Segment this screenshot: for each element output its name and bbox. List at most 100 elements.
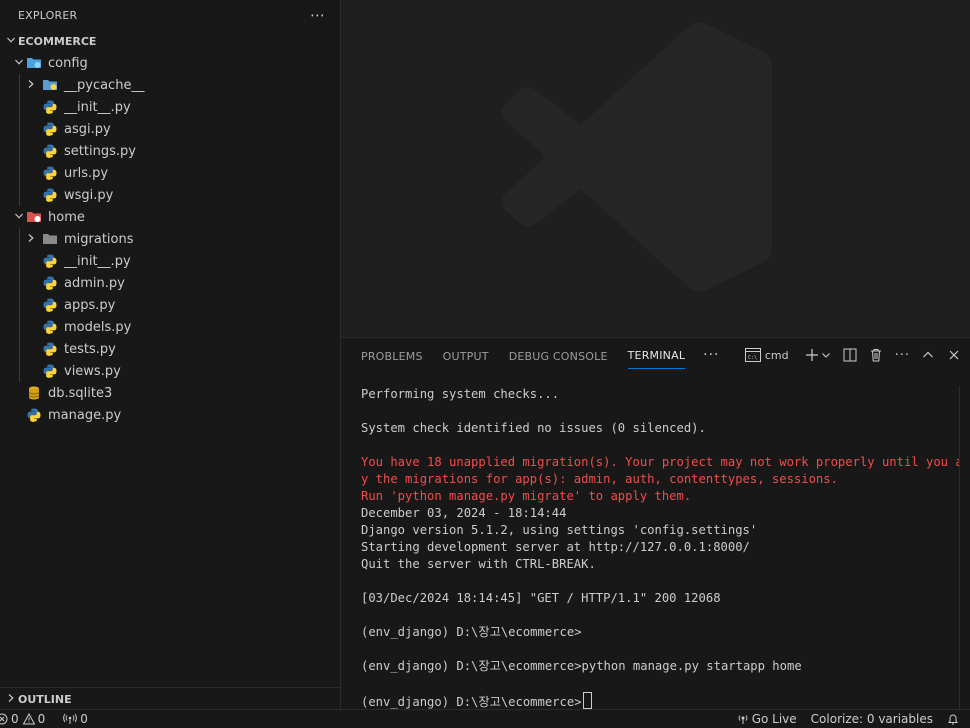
terminal-line: [03/Dec/2024 18:14:45] "GET / HTTP/1.1" …	[361, 590, 959, 607]
file-tree-item[interactable]: db.sqlite3	[0, 382, 340, 404]
file-tree-item[interactable]: apps.py	[0, 294, 340, 316]
python-icon	[42, 253, 58, 269]
file-tree-item[interactable]: __init__.py	[0, 250, 340, 272]
terminal-line: December 03, 2024 - 18:14:44	[361, 505, 959, 522]
file-tree-item[interactable]: asgi.py	[0, 118, 340, 140]
terminal-line-text: December 03, 2024 - 18:14:44	[361, 506, 567, 520]
terminal-line-text: [03/Dec/2024 18:14:45] "GET / HTTP/1.1" …	[361, 591, 721, 605]
terminal-line-text: (env_django) D:\장고\ecommerce>	[361, 695, 582, 709]
terminal-scrollbar[interactable]	[959, 386, 970, 710]
file-tree-item[interactable]: models.py	[0, 316, 340, 338]
terminal-line-text: Performing system checks...	[361, 387, 560, 401]
terminal-error-line: You have 18 unapplied migration(s). Your…	[361, 454, 959, 471]
bottom-panel: PROBLEMS OUTPUT DEBUG CONSOLE TERMINAL ·…	[341, 337, 970, 710]
terminal-line-text: Django version 5.1.2, using settings 'co…	[361, 523, 758, 537]
terminal-dropdown-button[interactable]	[821, 346, 831, 364]
folder-tree-item[interactable]: home	[0, 206, 340, 228]
python-icon	[42, 341, 58, 357]
python-icon	[42, 99, 58, 115]
chevron-right-icon	[4, 693, 18, 706]
folder-tree-item[interactable]: config	[0, 52, 340, 74]
file-tree-item[interactable]: wsgi.py	[0, 184, 340, 206]
maximize-panel-button[interactable]	[922, 346, 934, 364]
python-icon	[42, 187, 58, 203]
radio-tower-icon	[738, 715, 748, 724]
status-bar: 0 0 0 Go Live Colorize: 0 variables	[0, 709, 970, 728]
tab-terminal[interactable]: TERMINAL	[627, 341, 686, 369]
terminal-line: (env_django) D:\장고\ecommerce>	[361, 692, 959, 709]
terminal-line: System check identified no issues (0 sil…	[361, 420, 959, 437]
python-icon	[42, 275, 58, 291]
python-icon	[42, 121, 58, 137]
split-icon	[843, 348, 857, 362]
terminal-output[interactable]: Performing system checks... System check …	[361, 386, 959, 710]
new-terminal-button[interactable]	[805, 346, 819, 364]
chevron-right-icon	[20, 233, 42, 246]
tree-item-label: __pycache__	[64, 77, 145, 93]
file-tree-item[interactable]: tests.py	[0, 338, 340, 360]
chevron-up-icon	[923, 351, 933, 358]
tab-problems[interactable]: PROBLEMS	[361, 342, 423, 369]
more-tabs-icon[interactable]: ···	[703, 347, 719, 363]
error-icon	[0, 713, 8, 725]
file-tree-item[interactable]: settings.py	[0, 140, 340, 162]
colorize-status[interactable]: Colorize: 0 variables	[811, 712, 933, 726]
folder-tree-item[interactable]: __pycache__	[0, 74, 340, 96]
svg-text:C:\: C:\	[748, 355, 757, 361]
close-panel-button[interactable]	[948, 346, 960, 364]
folder-tree-item[interactable]: migrations	[0, 228, 340, 250]
explorer-header: EXPLORER ⋯	[0, 0, 340, 30]
explorer-title: EXPLORER	[18, 8, 78, 22]
file-tree-item[interactable]: manage.py	[0, 404, 340, 426]
database-icon	[26, 385, 42, 401]
tree-item-label: tests.py	[64, 341, 116, 357]
vscode-watermark-icon	[501, 22, 772, 292]
config-folder-icon	[26, 55, 42, 71]
tree-item-label: manage.py	[48, 407, 122, 423]
chevron-down-icon	[821, 353, 830, 358]
trash-icon	[870, 349, 881, 362]
chevron-right-icon	[20, 79, 42, 92]
tab-debug-console[interactable]: DEBUG CONSOLE	[509, 342, 608, 369]
tree-item-label: models.py	[64, 319, 132, 335]
python-icon	[42, 143, 58, 159]
colorize-label: Colorize: 0 variables	[810, 712, 933, 726]
file-tree-item[interactable]: views.py	[0, 360, 340, 382]
terminal-selector[interactable]: C:\ cmd	[744, 346, 789, 364]
tree-item-label: apps.py	[64, 297, 116, 313]
ports-indicator[interactable]: 0	[63, 712, 88, 726]
tree-item-label: settings.py	[64, 143, 136, 159]
kill-terminal-button[interactable]	[869, 346, 883, 364]
tree-item-label: db.sqlite3	[48, 385, 113, 401]
terminal-cursor	[582, 692, 592, 709]
workspace-name: ECOMMERCE	[18, 34, 97, 48]
go-live-button[interactable]: Go Live	[737, 712, 797, 726]
file-tree-item[interactable]: admin.py	[0, 272, 340, 294]
terminal-line-text: Run 'python manage.py migrate' to apply …	[361, 489, 692, 503]
folder-icon	[42, 231, 58, 247]
pycache-folder-icon	[42, 77, 58, 93]
tab-output[interactable]: OUTPUT	[443, 342, 489, 369]
file-tree-item[interactable]: __init__.py	[0, 96, 340, 118]
tree-item-label: migrations	[64, 231, 134, 247]
error-count: 0	[11, 712, 19, 726]
outline-section-header[interactable]: OUTLINE	[0, 687, 340, 710]
close-icon	[949, 350, 959, 360]
problems-indicator[interactable]: 0 0	[0, 712, 45, 726]
workspace-section-header[interactable]: ECOMMERCE	[0, 30, 340, 52]
file-tree-item[interactable]: urls.py	[0, 162, 340, 184]
python-icon	[42, 319, 58, 335]
notifications-button[interactable]	[947, 713, 962, 726]
panel-more-icon[interactable]: ···	[895, 346, 910, 364]
bell-icon	[948, 714, 958, 724]
more-actions-icon[interactable]: ⋯	[310, 6, 326, 24]
terminal-error-line: y the migrations for app(s): admin, auth…	[361, 471, 959, 488]
split-terminal-button[interactable]	[843, 346, 857, 364]
tree-item-label: wsgi.py	[64, 187, 114, 203]
